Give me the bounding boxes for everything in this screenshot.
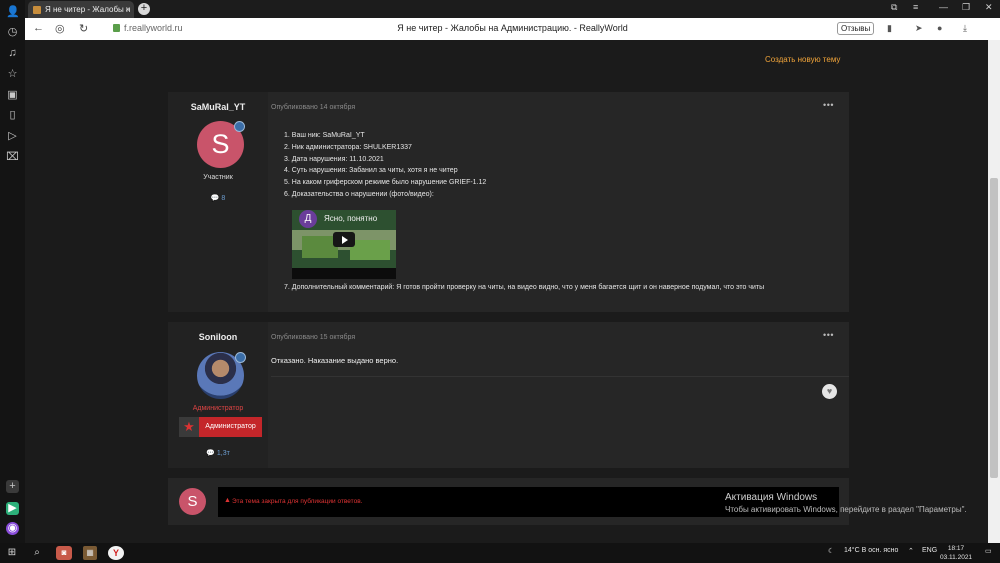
minimize-icon[interactable]: — (939, 2, 948, 12)
bookmark-icon[interactable]: ▮ (887, 23, 892, 34)
scrollbar-thumb[interactable] (990, 178, 998, 478)
minecraft-app-icon[interactable]: ▦ (83, 546, 97, 560)
rank-badge-icon (234, 121, 245, 132)
post: SaMuRaI_YT S Участник 💬 8 Опубликовано 1… (168, 92, 849, 312)
yandex-browser-icon[interactable]: Y (108, 546, 124, 560)
weather-text[interactable]: 14°C В осн. ясно (844, 547, 898, 554)
video-title[interactable]: Ясно, понятно (324, 214, 377, 223)
discord-app-icon[interactable]: ◙ (56, 546, 72, 560)
new-tab-button[interactable]: + (138, 3, 150, 15)
taskbar: ⊞ ⌕ ◙ ▦ Y ☾ 14°C В осн. ясно ⌃ ENG 18:17… (0, 543, 1000, 563)
app-green-icon[interactable]: ▶ (6, 502, 19, 515)
history-icon[interactable]: ◷ (6, 26, 19, 39)
profile-icon[interactable]: 👤 (6, 6, 20, 19)
clock-date: 03.11.2021 (940, 554, 973, 561)
activation-title: Активация Windows (725, 492, 818, 503)
media-icon[interactable]: ▷ (6, 130, 19, 143)
scrollbar[interactable] (988, 40, 1000, 543)
play-icon[interactable] (333, 232, 355, 247)
role-badge: ★ Администратор (179, 417, 262, 437)
embedded-video[interactable]: Д Ясно, понятно (292, 210, 396, 279)
more-options-icon[interactable]: ••• (823, 330, 834, 340)
language-indicator[interactable]: ENG (922, 547, 937, 554)
search-icon[interactable]: ⌕ (30, 546, 44, 560)
post-line: 5. На каком гриферском режиме было наруш… (284, 179, 487, 187)
add-panel-icon[interactable]: + (6, 480, 19, 493)
post-line: 3. Дата нарушения: 11.10.2021 (284, 155, 384, 163)
extension-icon[interactable]: ● (937, 23, 942, 33)
reviews-button[interactable]: Отзывы (837, 22, 875, 35)
tabs-icon[interactable]: ▯ (6, 109, 19, 122)
author-panel: Soniloon Администратор ★ Администратор 💬… (168, 322, 268, 468)
video-frame (350, 240, 390, 260)
post-date[interactable]: Опубликовано 15 октября (271, 334, 355, 341)
menu-icon[interactable]: ≡ (913, 2, 918, 12)
screen: 👤 ◷ ♫ ☆ ▣ ▯ ▷ ⌧ + ▶ ◉ Я не читер - Жалоб… (0, 0, 1000, 563)
channel-avatar[interactable]: Д (299, 210, 317, 228)
post-count-value: 8 (221, 195, 226, 202)
post-comment: 7. Дополнительный комментарий: Я готов п… (284, 284, 765, 291)
star-icon: ★ (179, 417, 199, 437)
bookmarks-icon[interactable]: ☆ (6, 68, 19, 81)
author-role: Администратор (192, 405, 244, 412)
avatar[interactable]: S (179, 488, 206, 515)
post-line: 1. Ваш ник: SaMuRaI_YT (284, 132, 365, 139)
clock-time: 18:17 (947, 545, 965, 552)
reviews-label: Отзывы (841, 24, 871, 33)
address-bar: ← ◎ ↻ f.reallyworld.ru Я не читер - Жало… (25, 18, 1000, 40)
browser-sidebar: 👤 ◷ ♫ ☆ ▣ ▯ ▷ ⌧ + ▶ ◉ (0, 0, 25, 543)
collections-icon[interactable]: ▣ (6, 89, 19, 102)
role-badge-label: Администратор (199, 417, 262, 437)
divider (271, 376, 849, 377)
tab-bar: Я не читер - Жалобы н × + ⧉ ≡ — ❐ ✕ (25, 0, 1000, 18)
post-body: Отказано. Наказание выдано верно. (271, 356, 399, 365)
page-content: Создать новую тему SaMuRaI_YT S Участник… (25, 40, 988, 543)
active-tab[interactable]: Я не читер - Жалобы н × (28, 1, 134, 18)
restore-tabs-icon[interactable]: ⧉ (891, 2, 897, 13)
clock[interactable]: 18:17 03.11.2021 (940, 544, 972, 562)
post-date[interactable]: Опубликовано 14 октября (271, 104, 355, 111)
author-name[interactable]: Soniloon (168, 332, 268, 342)
author-name[interactable]: SaMuRaI_YT (168, 102, 268, 112)
video-frame (292, 268, 396, 279)
create-topic-button[interactable]: Создать новую тему (765, 55, 840, 64)
close-icon[interactable]: × (125, 1, 130, 18)
post-body: 1. Ваш ник: SaMuRaI_YT 2. Ник администра… (284, 130, 486, 201)
activation-subtitle: Чтобы активировать Windows, перейдите в … (725, 505, 967, 514)
post: Soniloon Администратор ★ Администратор 💬… (168, 322, 849, 468)
rank-badge-icon (235, 352, 246, 363)
screenshot-icon[interactable]: ⌧ (6, 151, 19, 164)
notifications-icon[interactable]: ♫ (6, 47, 19, 60)
maximize-icon[interactable]: ❐ (962, 2, 970, 13)
post-line: 4. Суть нарушения: Забанил за читы, хотя… (284, 167, 458, 175)
like-heart-icon[interactable]: ♥ (822, 384, 837, 399)
post-line: 6. Доказательства о нарушении (фото/виде… (284, 190, 434, 198)
post-count: 💬 1,3т (206, 450, 230, 457)
window-close-icon[interactable]: ✕ (985, 2, 993, 13)
tray-arrow-icon[interactable]: ⌃ (908, 547, 914, 555)
notification-center-icon[interactable]: ▭ (985, 547, 992, 555)
download-icon[interactable]: ⤓ (963, 23, 967, 34)
windows-activation-watermark: Активация Windows Чтобы активировать Win… (725, 492, 967, 514)
post-line: 2. Ник администратора: SHULKER1337 (284, 143, 412, 151)
windows-start-icon[interactable]: ⊞ (5, 546, 19, 560)
alice-icon[interactable]: ◉ (6, 522, 19, 535)
warning-icon: ▲ (224, 497, 231, 504)
tab-title: Я не читер - Жалобы н (45, 5, 131, 14)
weather-moon-icon[interactable]: ☾ (828, 547, 834, 555)
author-panel: SaMuRaI_YT S Участник 💬 8 (168, 92, 268, 312)
more-options-icon[interactable]: ••• (823, 100, 834, 110)
site-favicon-icon (33, 6, 41, 14)
closed-notice-text: Эта тема закрыта для публикации ответов. (232, 498, 363, 505)
protect-icon[interactable]: ➤ (915, 23, 923, 34)
post-count: 💬 8 (210, 195, 226, 202)
author-role: Участник (203, 174, 233, 181)
post-count-value: 1,3т (216, 450, 230, 457)
